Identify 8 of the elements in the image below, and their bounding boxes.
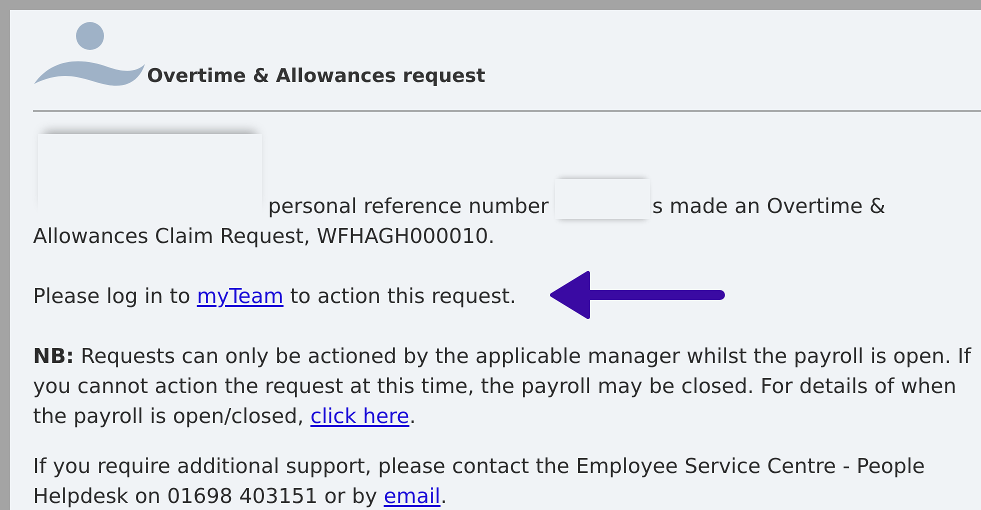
link[interactable]: click here	[310, 404, 410, 428]
link[interactable]: email	[384, 484, 441, 508]
paragraph: NB: Requests can only be actioned by the applicable manager whilst the payroll is open. If you cannot action the request at this time, the payroll may be closed. For details of when the payroll is open/closed, click here.	[33, 343, 971, 430]
paragraph: If you require additional support, please contact the Employee Service Centre - People Helpdesk on 01698 403151 or by email.	[33, 453, 925, 510]
paragraph: personal reference number s made an Overtime & Allowances Claim Request, WFHAGH000010.	[33, 191, 886, 251]
link[interactable]: myTeam	[196, 284, 284, 308]
email-title: Overtime & Allowances request	[147, 65, 486, 87]
paragraph: Please log in to myTeam to action this request.	[33, 283, 516, 310]
